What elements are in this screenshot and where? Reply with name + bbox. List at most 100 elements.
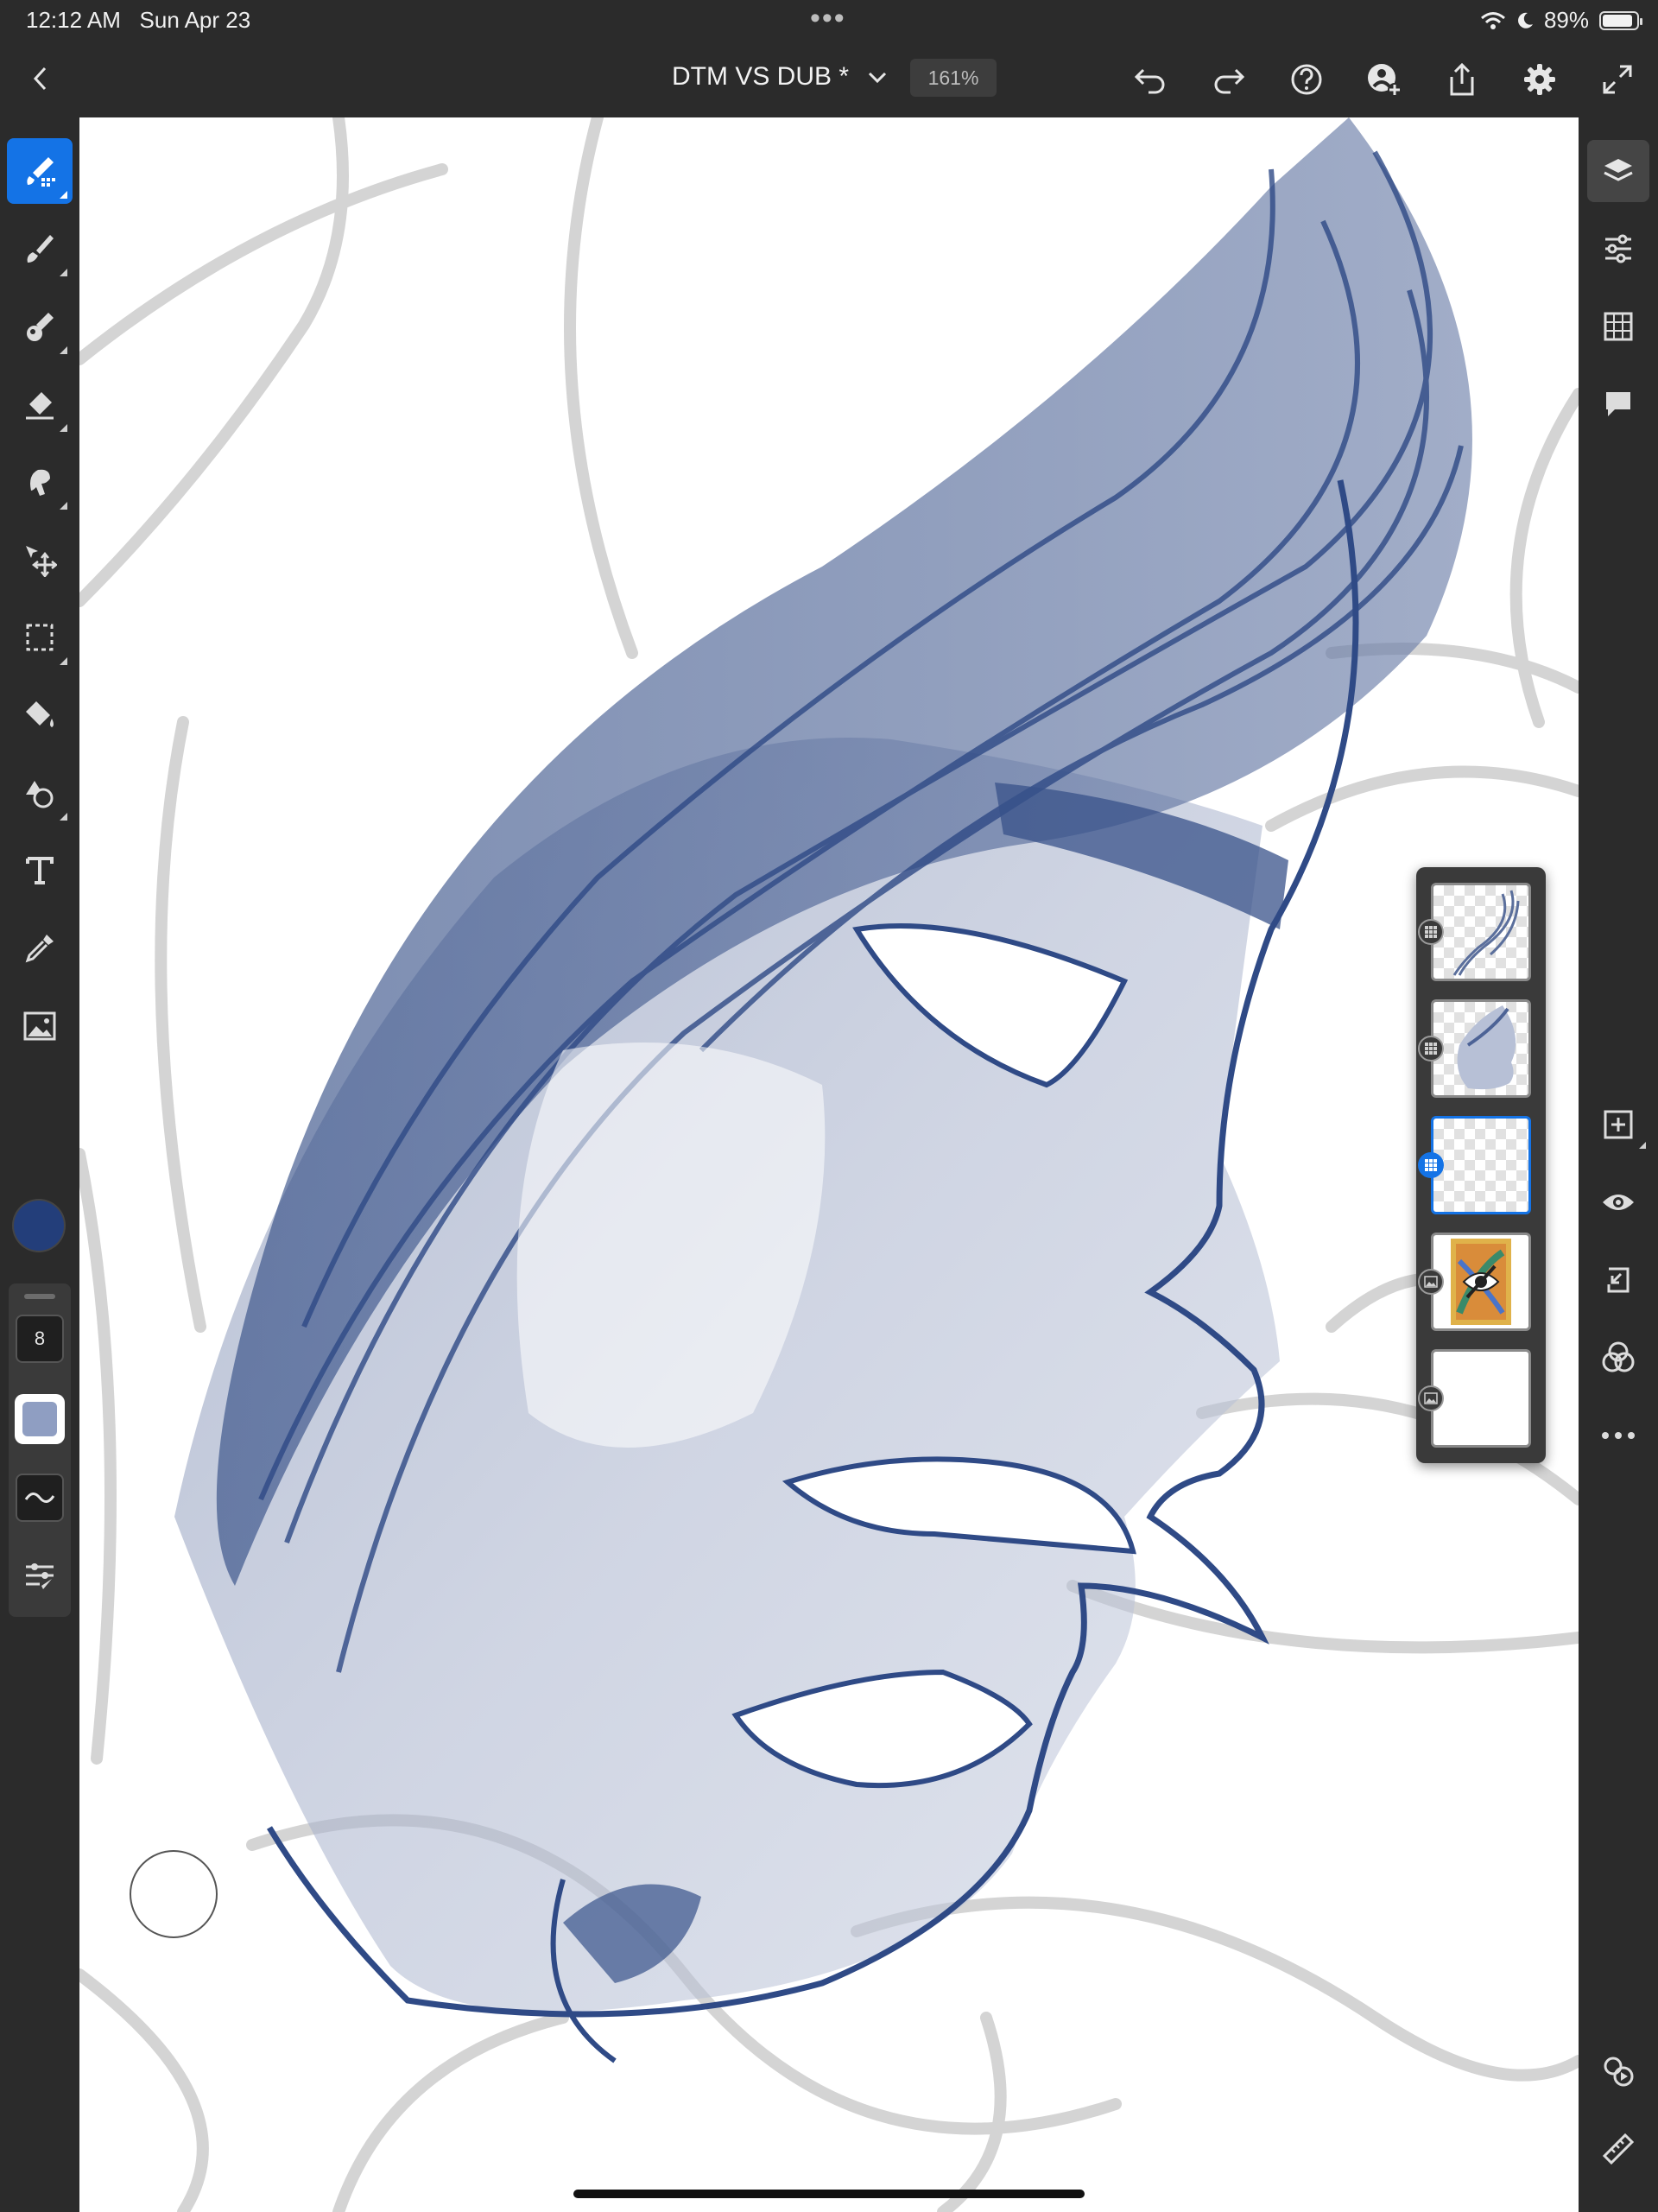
undo-icon	[1134, 68, 1165, 94]
undo-button[interactable]	[1128, 57, 1173, 102]
layer-thumbnail-background[interactable]	[1431, 1349, 1531, 1448]
battery-icon	[1599, 10, 1642, 30]
layer-visibility-button[interactable]	[1587, 1171, 1649, 1233]
face-render-thumbnail	[1457, 1005, 1516, 1090]
layer-thumbnail-face[interactable]	[1431, 999, 1531, 1098]
back-button[interactable]	[19, 57, 62, 100]
visibility-eye-icon	[1603, 1195, 1634, 1210]
import-button[interactable]	[1587, 1249, 1649, 1311]
eyedropper-tool[interactable]	[7, 916, 73, 981]
redo-icon	[1214, 68, 1245, 94]
help-icon	[1291, 64, 1322, 95]
brush-settings-panel: 8	[9, 1283, 71, 1617]
layers-icon	[1604, 159, 1633, 181]
status-indicators: 89%	[1480, 7, 1642, 34]
image-icon	[23, 1011, 56, 1041]
chevron-down-icon	[868, 72, 887, 84]
layers-button[interactable]	[1587, 140, 1649, 202]
mixer-brush-icon	[27, 313, 54, 341]
smudge-tool[interactable]	[7, 449, 73, 515]
sketch-artwork	[79, 117, 1579, 2212]
top-bar: DTM VS DUB * 161%	[0, 40, 1658, 117]
share-button[interactable]	[1440, 57, 1484, 102]
blend-modes-icon	[1602, 1341, 1635, 1372]
eyedropper-icon	[25, 935, 54, 963]
comment-icon	[1606, 392, 1630, 416]
pixel-brush-icon	[27, 157, 55, 187]
pixel-layer-icon	[1425, 1043, 1437, 1055]
chevron-left-icon	[33, 67, 47, 91]
multitasking-dots[interactable]: •••	[810, 2, 846, 35]
eraser-tool[interactable]	[7, 371, 73, 437]
home-indicator[interactable]	[573, 2190, 1085, 2198]
image-layer-icon	[1424, 1276, 1438, 1288]
brush-cursor	[130, 1850, 218, 1938]
moon-icon	[1518, 12, 1533, 29]
shapes-icon	[26, 781, 54, 808]
hair-strokes-thumbnail	[1452, 890, 1520, 976]
color-swatch[interactable]	[14, 1201, 64, 1251]
document-menu-button[interactable]	[860, 59, 895, 97]
right-toolbar	[1579, 117, 1658, 2212]
selection-tool[interactable]	[7, 605, 73, 670]
layer-thumbnail-empty-selected[interactable]	[1431, 1116, 1531, 1214]
panel-drag-handle[interactable]	[24, 1294, 55, 1299]
brush-opacity-control[interactable]	[15, 1394, 65, 1444]
fullscreen-icon	[1603, 65, 1632, 94]
pixel-layer-icon	[1425, 1159, 1437, 1171]
mixer-brush-tool[interactable]	[7, 294, 73, 359]
move-tool[interactable]	[7, 527, 73, 593]
grid-icon	[1604, 312, 1633, 341]
left-toolbar: 8	[0, 117, 79, 2212]
text-icon	[26, 857, 54, 884]
layer-type-badge	[1418, 1269, 1444, 1295]
blend-mode-button[interactable]	[1587, 1327, 1649, 1389]
add-layer-button[interactable]	[1587, 1093, 1649, 1156]
history-icon	[1604, 2057, 1634, 2087]
zoom-level[interactable]: 161%	[910, 59, 997, 97]
paint-brush-tool[interactable]	[7, 216, 73, 282]
paint-bucket-icon	[26, 701, 54, 727]
layers-panel	[1416, 867, 1546, 1463]
document-title[interactable]: DTM VS DUB *	[672, 62, 849, 92]
fill-tool[interactable]	[7, 682, 73, 748]
ruler-button[interactable]	[1587, 2118, 1649, 2180]
text-tool[interactable]	[7, 838, 73, 903]
brush-smoothing-control[interactable]	[16, 1474, 64, 1522]
drawing-canvas[interactable]	[79, 117, 1579, 2212]
layer-thumbnail-hair[interactable]	[1431, 883, 1531, 981]
share-icon	[1450, 62, 1474, 96]
marquee-icon	[26, 624, 54, 651]
status-bar: 12:12 AM Sun Apr 23 ••• 89%	[0, 0, 1658, 40]
move-icon	[26, 546, 57, 577]
adjustments-icon	[1605, 234, 1631, 263]
brush-settings-icon	[26, 1563, 54, 1589]
shapes-tool[interactable]	[7, 760, 73, 826]
status-time-date: 12:12 AM Sun Apr 23	[26, 7, 251, 33]
smudge-icon	[30, 469, 50, 496]
redo-button[interactable]	[1206, 57, 1251, 102]
place-image-tool[interactable]	[7, 993, 73, 1059]
invite-button[interactable]	[1362, 57, 1407, 102]
adjustments-button[interactable]	[1587, 218, 1649, 280]
settings-button[interactable]	[1517, 57, 1562, 102]
image-layer-icon	[1424, 1392, 1438, 1404]
hidden-eye-icon	[1462, 1264, 1500, 1299]
layer-thumbnail-reference[interactable]	[1431, 1233, 1531, 1331]
help-button[interactable]	[1284, 57, 1329, 102]
fullscreen-button[interactable]	[1595, 57, 1640, 102]
comments-button[interactable]	[1587, 373, 1649, 435]
eraser-icon	[26, 392, 54, 420]
history-button[interactable]	[1587, 2040, 1649, 2102]
add-layer-icon	[1604, 1110, 1633, 1139]
invite-user-icon	[1368, 64, 1402, 97]
grid-button[interactable]	[1587, 295, 1649, 358]
pixel-layer-icon	[1425, 926, 1437, 938]
ruler-icon	[1602, 2133, 1635, 2165]
more-options-button[interactable]	[1587, 1404, 1649, 1467]
pixel-brush-tool[interactable]	[7, 138, 73, 204]
brush-size-control[interactable]: 8	[16, 1315, 64, 1363]
gear-icon	[1524, 64, 1555, 95]
opacity-preview	[22, 1402, 57, 1436]
brush-settings-button[interactable]	[16, 1551, 64, 1600]
